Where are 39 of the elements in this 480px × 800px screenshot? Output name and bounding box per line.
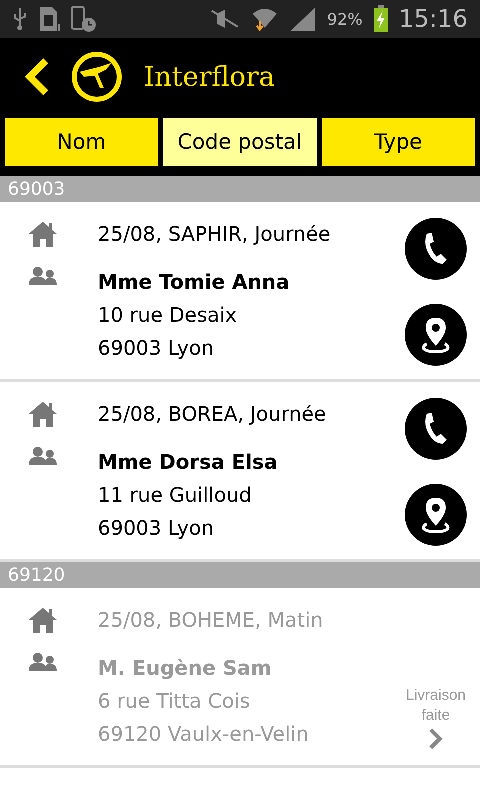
delivery-summary: 25/08, SAPHIR, Journée [98, 221, 332, 248]
usb-icon [12, 7, 28, 31]
chevron-icon [429, 728, 443, 750]
city-address: 69003 Lyon [98, 335, 216, 362]
clock-time: 15:16 [398, 5, 468, 33]
house-icon [28, 606, 58, 634]
section-header: 69003 [0, 176, 480, 202]
recipient-name: M. Eugène Sam [98, 655, 273, 682]
people-icon [28, 446, 58, 466]
mute-icon [209, 8, 242, 30]
sort-tab[interactable]: Type [322, 118, 475, 166]
house-icon [28, 400, 58, 428]
sort-tab[interactable]: Nom [5, 118, 158, 166]
map-pin-icon [421, 496, 451, 534]
house-icon [28, 220, 58, 248]
city-address: 69003 Lyon [98, 515, 216, 542]
delivery-summary: 25/08, BOHEME, Matin [98, 607, 324, 634]
sim-card-icon [38, 6, 60, 32]
wifi-icon [251, 6, 280, 32]
app-title: Interflora [144, 62, 276, 92]
delivery-card[interactable]: 25/08, SAPHIR, Journée Mme Tomie Anna 10 rue Desaix 69003 Lyon [0, 202, 480, 382]
people-icon [28, 266, 58, 286]
city-address: 69120 Vaulx-en-Velin [98, 721, 310, 748]
people-icon [28, 652, 58, 672]
street-address: 11 rue Guilloud [98, 482, 253, 509]
section-header: 69120 [0, 562, 480, 588]
sort-tab[interactable]: Code postal [163, 118, 317, 166]
back-icon[interactable] [24, 58, 50, 96]
street-address: 10 rue Desaix [98, 302, 238, 329]
recipient-name: Mme Tomie Anna [98, 269, 291, 296]
recipient-name: Mme Dorsa Elsa [98, 449, 279, 476]
signal-icon [289, 6, 318, 32]
street-address: 6 rue Titta Cois [98, 688, 252, 715]
logo-icon [70, 50, 124, 104]
battery-charging-icon [372, 5, 389, 33]
delivery-summary: 25/08, BOREA, Journée [98, 401, 328, 428]
map-pin-icon [421, 316, 451, 354]
phone-clock-icon [70, 5, 98, 33]
battery-percent: 92% [327, 10, 363, 28]
